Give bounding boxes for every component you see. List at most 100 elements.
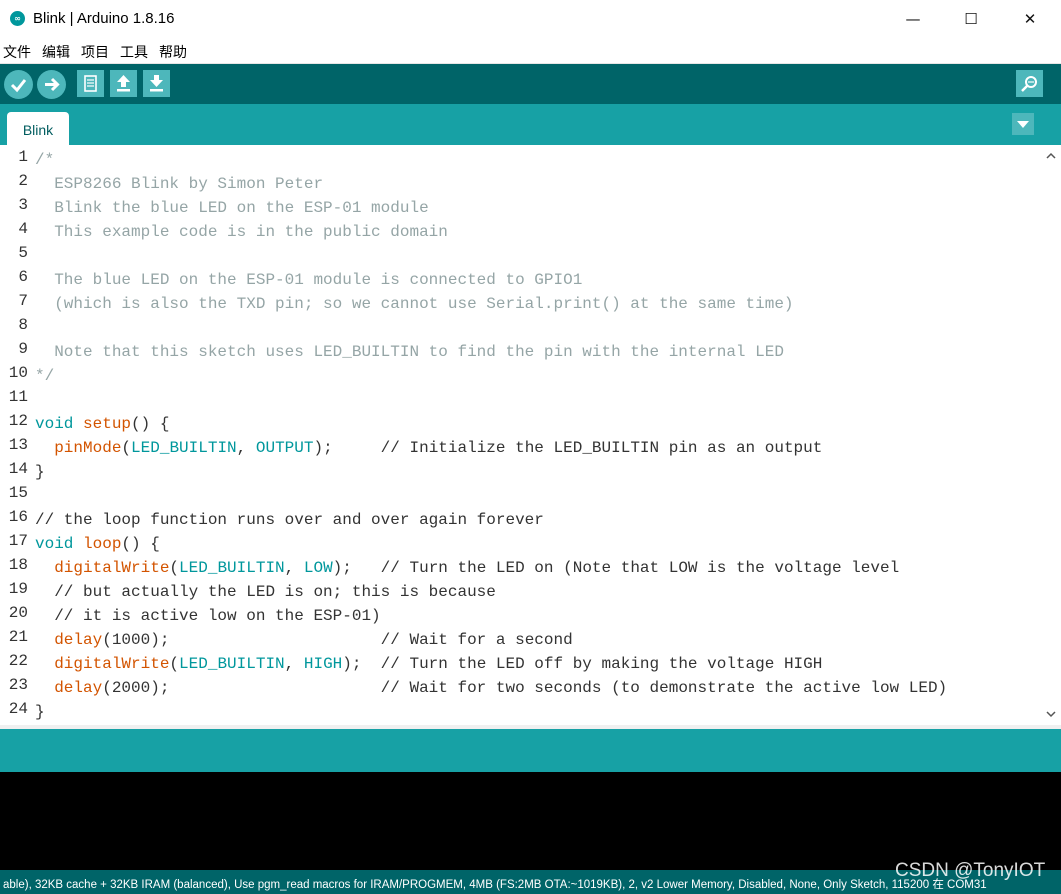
code-token: This example code is in the public domai… bbox=[35, 223, 448, 241]
minimize-button[interactable]: — bbox=[884, 0, 942, 38]
menu-sketch[interactable]: 项目 bbox=[81, 42, 109, 62]
new-button[interactable] bbox=[77, 70, 104, 97]
code-line[interactable]: ESP8266 Blink by Simon Peter bbox=[35, 172, 323, 196]
code-token: digitalWrite bbox=[54, 655, 170, 673]
code-token: } bbox=[35, 703, 45, 721]
line-number: 15 bbox=[8, 484, 28, 502]
line-number: 17 bbox=[8, 532, 28, 550]
window-title: Blink | Arduino 1.8.16 bbox=[33, 10, 175, 27]
code-line[interactable]: } bbox=[35, 460, 45, 484]
menu-edit[interactable]: 编辑 bbox=[42, 42, 70, 62]
code-token: ); // Turn the LED on (Note that LOW is … bbox=[332, 559, 900, 577]
code-line[interactable]: } bbox=[35, 700, 45, 724]
code-token: LED_BUILTIN bbox=[179, 559, 285, 577]
code-token: LED_BUILTIN bbox=[131, 439, 237, 457]
code-token: ); // Initialize the LED_BUILTIN pin as … bbox=[313, 439, 823, 457]
code-line[interactable]: /* bbox=[35, 148, 54, 172]
code-token: // the loop function runs over and over … bbox=[35, 511, 544, 529]
code-token: ( bbox=[121, 439, 132, 457]
code-line[interactable]: Note that this sketch uses LED_BUILTIN t… bbox=[35, 340, 784, 364]
code-token: (1000); // Wait for a second bbox=[102, 631, 573, 649]
line-number: 5 bbox=[18, 244, 28, 262]
code-token: The blue LED on the ESP-01 module is con… bbox=[35, 271, 583, 289]
open-button[interactable] bbox=[110, 70, 137, 97]
console-output bbox=[0, 772, 1061, 870]
code-token: () { bbox=[131, 415, 170, 433]
code-token: ( bbox=[169, 655, 180, 673]
line-number: 16 bbox=[8, 508, 28, 526]
verify-button[interactable] bbox=[4, 70, 33, 99]
code-token: ); // Turn the LED off by making the vol… bbox=[342, 655, 823, 673]
code-line[interactable]: // but actually the LED is on; this is b… bbox=[35, 580, 496, 604]
title-bar: ∞ Blink | Arduino 1.8.16 — ☐ ✕ bbox=[0, 0, 1061, 38]
save-icon bbox=[150, 75, 163, 92]
code-token: } bbox=[35, 463, 45, 481]
code-token: delay bbox=[54, 679, 103, 697]
code-token: , bbox=[236, 439, 256, 457]
code-token: ( bbox=[169, 559, 180, 577]
serial-monitor-button[interactable] bbox=[1016, 70, 1043, 97]
code-line[interactable]: delay(2000); // Wait for two seconds (to… bbox=[35, 676, 947, 700]
chevron-down-icon bbox=[1017, 121, 1029, 128]
menu-help[interactable]: 帮助 bbox=[159, 42, 187, 62]
code-line[interactable]: // the loop function runs over and over … bbox=[35, 508, 544, 532]
code-line[interactable]: void loop() { bbox=[35, 532, 160, 556]
code-token: ESP8266 Blink by Simon Peter bbox=[35, 175, 324, 193]
code-token: // but actually the LED is on; this is b… bbox=[35, 583, 496, 601]
tabs-bar: Blink bbox=[0, 104, 1061, 145]
save-button[interactable] bbox=[143, 70, 170, 97]
line-number: 7 bbox=[18, 292, 28, 310]
board-info-text: able), 32KB cache + 32KB IRAM (balanced)… bbox=[3, 879, 987, 891]
line-number: 13 bbox=[8, 436, 28, 454]
code-line[interactable]: digitalWrite(LED_BUILTIN, HIGH); // Turn… bbox=[35, 652, 822, 676]
code-line[interactable]: // it is active low on the ESP-01) bbox=[35, 604, 381, 628]
close-button[interactable]: ✕ bbox=[1001, 0, 1059, 38]
code-token: (2000); // Wait for two seconds (to demo… bbox=[102, 679, 948, 697]
scroll-down-icon[interactable] bbox=[1045, 708, 1057, 720]
verify-icon bbox=[10, 79, 27, 93]
code-token: loop bbox=[83, 535, 122, 553]
code-line[interactable]: pinMode(LED_BUILTIN, OUTPUT); // Initial… bbox=[35, 436, 822, 460]
code-token: Blink the blue LED on the ESP-01 module bbox=[35, 199, 429, 217]
line-number: 9 bbox=[18, 340, 28, 358]
code-token: LED_BUILTIN bbox=[179, 655, 285, 673]
menu-tools[interactable]: 工具 bbox=[120, 42, 148, 62]
vertical-scrollbar[interactable] bbox=[1040, 145, 1061, 725]
code-editor[interactable]: 1 2 3 4 5 6 7 8 9 10 11 12 13 14 15 16 17 18 19 20 21 22 23 24 … bbox=[0, 145, 1061, 725]
line-number: 12 bbox=[8, 412, 28, 430]
code-line[interactable]: delay(1000); // Wait for a second bbox=[35, 628, 573, 652]
code-line[interactable]: */ bbox=[35, 364, 54, 388]
upload-button[interactable] bbox=[37, 70, 66, 99]
code-token: void bbox=[35, 415, 74, 433]
code-token: // it is active low on the ESP-01) bbox=[35, 607, 381, 625]
tab-menu-button[interactable] bbox=[1012, 113, 1034, 135]
toolbar bbox=[0, 64, 1061, 104]
status-bar bbox=[0, 729, 1061, 772]
menu-bar: 文件 编辑 项目 工具 帮助 bbox=[0, 38, 1061, 64]
line-number: 10 bbox=[8, 364, 28, 382]
code-line[interactable]: The blue LED on the ESP-01 module is con… bbox=[35, 268, 582, 292]
menu-file[interactable]: 文件 bbox=[3, 42, 31, 62]
tab-blink[interactable]: Blink bbox=[7, 112, 69, 145]
code-line[interactable]: Blink the blue LED on the ESP-01 module bbox=[35, 196, 429, 220]
line-number: 14 bbox=[8, 460, 28, 478]
arduino-logo-icon: ∞ bbox=[10, 11, 25, 26]
code-token: pinMode bbox=[54, 439, 122, 457]
new-icon bbox=[84, 75, 97, 92]
code-line[interactable]: digitalWrite(LED_BUILTIN, LOW); // Turn … bbox=[35, 556, 899, 580]
scroll-up-icon[interactable] bbox=[1045, 150, 1057, 162]
line-number-gutter: 1 2 3 4 5 6 7 8 9 10 11 12 13 14 15 16 17 18 19 20 21 22 23 24 bbox=[0, 145, 32, 725]
line-number: 19 bbox=[8, 580, 28, 598]
code-token: HIGH bbox=[303, 655, 343, 673]
code-token: digitalWrite bbox=[54, 559, 170, 577]
maximize-button[interactable]: ☐ bbox=[942, 0, 1000, 38]
code-line[interactable]: void setup() { bbox=[35, 412, 169, 436]
line-number: 24 bbox=[8, 700, 28, 718]
code-line[interactable]: This example code is in the public domai… bbox=[35, 220, 448, 244]
code-line[interactable]: (which is also the TXD pin; so we cannot… bbox=[35, 292, 793, 316]
upload-icon bbox=[45, 77, 60, 92]
line-number: 4 bbox=[18, 220, 28, 238]
